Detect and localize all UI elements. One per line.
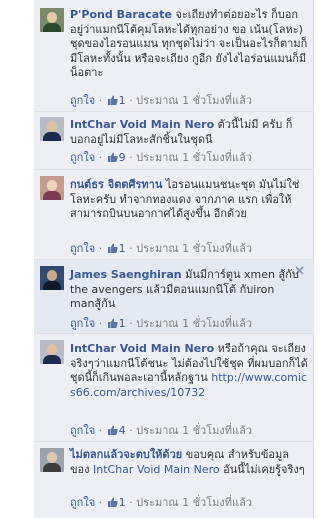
thumbs-up-icon[interactable]	[107, 243, 118, 253]
thumbs-up-icon[interactable]	[107, 497, 118, 507]
thumbs-up-icon[interactable]	[107, 318, 118, 328]
like-link[interactable]: ถูกใจ	[70, 317, 95, 330]
comment-item: IntChar Void Main Nero หรือถ้าคุณ จะเถีย…	[34, 334, 314, 442]
comment-text: IntChar Void Main Nero ตัวนี้ไม่มี ครับ …	[70, 118, 308, 147]
comment-author-link[interactable]: IntChar Void Main Nero	[70, 118, 214, 131]
avatar[interactable]	[40, 117, 64, 141]
comment-item: James Saenghiran มันมีการ์ตูน xmen สู้กั…	[34, 260, 314, 334]
comment-author-link[interactable]: ไม่ตลกแล้วจะตบให้ด้วย	[70, 448, 182, 461]
comment-author-link[interactable]: P'Pond Baracate	[70, 8, 172, 21]
like-link[interactable]: ถูกใจ	[70, 94, 95, 107]
comment-author-link[interactable]: James Saenghiran	[70, 268, 182, 281]
comment-item: ไม่ตลกแล้วจะตบให้ด้วย ขอบคุณ สำหรับข้อมู…	[34, 442, 314, 518]
comment-author-link[interactable]: กนต์ธร จิตตศีรทาน	[70, 178, 162, 191]
comment-item: P'Pond Baracate จะเถียงทำต่อยอะไร ก็บอกอ…	[34, 0, 314, 112]
like-count[interactable]: 1	[119, 242, 126, 255]
comment-item: กนต์ธร จิตตศีรทาน ไอรอนแมนชนะชุด มันไม่ใ…	[34, 170, 314, 260]
comment-body-continued: อันนี้ไม่เคยรู้จริงๆ	[223, 462, 305, 476]
comment-meta: ถูกใจ · 9 · ประมาณ 1 ชั่วโมงที่แล้ว	[70, 151, 252, 164]
like-count[interactable]: 4	[119, 424, 126, 437]
comment-timestamp[interactable]: ประมาณ 1 ชั่วโมงที่แล้ว	[136, 151, 252, 164]
like-link[interactable]: ถูกใจ	[70, 424, 95, 437]
comment-text: James Saenghiran มันมีการ์ตูน xmen สู้กั…	[70, 268, 308, 312]
like-count[interactable]: 1	[119, 317, 126, 330]
avatar[interactable]	[40, 176, 64, 200]
thumbs-up-icon[interactable]	[107, 152, 118, 162]
like-link[interactable]: ถูกใจ	[70, 496, 95, 509]
comment-item: IntChar Void Main Nero ตัวนี้ไม่มี ครับ …	[34, 112, 314, 170]
comment-feed: P'Pond Baracate จะเถียงทำต่อยอะไร ก็บอกอ…	[34, 0, 314, 518]
comment-meta: ถูกใจ · 1 · ประมาณ 1 ชั่วโมงที่แล้ว	[70, 94, 252, 107]
like-count[interactable]: 1	[119, 94, 126, 107]
like-link[interactable]: ถูกใจ	[70, 151, 95, 164]
avatar[interactable]	[40, 340, 64, 364]
comment-timestamp[interactable]: ประมาณ 1 ชั่วโมงที่แล้ว	[136, 496, 252, 509]
mention-link[interactable]: IntChar Void Main Nero	[93, 463, 220, 476]
comment-meta: ถูกใจ · 1 · ประมาณ 1 ชั่วโมงที่แล้ว	[70, 242, 252, 255]
comment-text: IntChar Void Main Nero หรือถ้าคุณ จะเถีย…	[70, 342, 308, 400]
thumbs-up-icon[interactable]	[107, 425, 118, 435]
comment-timestamp[interactable]: ประมาณ 1 ชั่วโมงที่แล้ว	[136, 317, 252, 330]
comment-text: ไม่ตลกแล้วจะตบให้ด้วย ขอบคุณ สำหรับข้อมู…	[70, 448, 308, 477]
comment-timestamp[interactable]: ประมาณ 1 ชั่วโมงที่แล้ว	[136, 242, 252, 255]
like-link[interactable]: ถูกใจ	[70, 242, 95, 255]
avatar[interactable]	[40, 266, 64, 290]
thumbs-up-icon[interactable]	[107, 95, 118, 105]
like-count[interactable]: 9	[119, 151, 126, 164]
comment-timestamp[interactable]: ประมาณ 1 ชั่วโมงที่แล้ว	[136, 94, 252, 107]
comment-meta: ถูกใจ · 4 · ประมาณ 1 ชั่วโมงที่แล้ว	[70, 424, 252, 437]
comment-author-link[interactable]: IntChar Void Main Nero	[70, 342, 214, 355]
like-count[interactable]: 1	[119, 496, 126, 509]
comment-text: P'Pond Baracate จะเถียงทำต่อยอะไร ก็บอกอ…	[70, 8, 308, 81]
comment-meta: ถูกใจ · 1 · ประมาณ 1 ชั่วโมงที่แล้ว	[70, 317, 252, 330]
comment-meta: ถูกใจ · 1 · ประมาณ 1 ชั่วโมงที่แล้ว	[70, 496, 252, 509]
comment-text: กนต์ธร จิตตศีรทาน ไอรอนแมนชนะชุด มันไม่ใ…	[70, 178, 308, 222]
comment-timestamp[interactable]: ประมาณ 1 ชั่วโมงที่แล้ว	[136, 424, 252, 437]
avatar[interactable]	[40, 8, 64, 32]
avatar[interactable]	[40, 448, 64, 472]
